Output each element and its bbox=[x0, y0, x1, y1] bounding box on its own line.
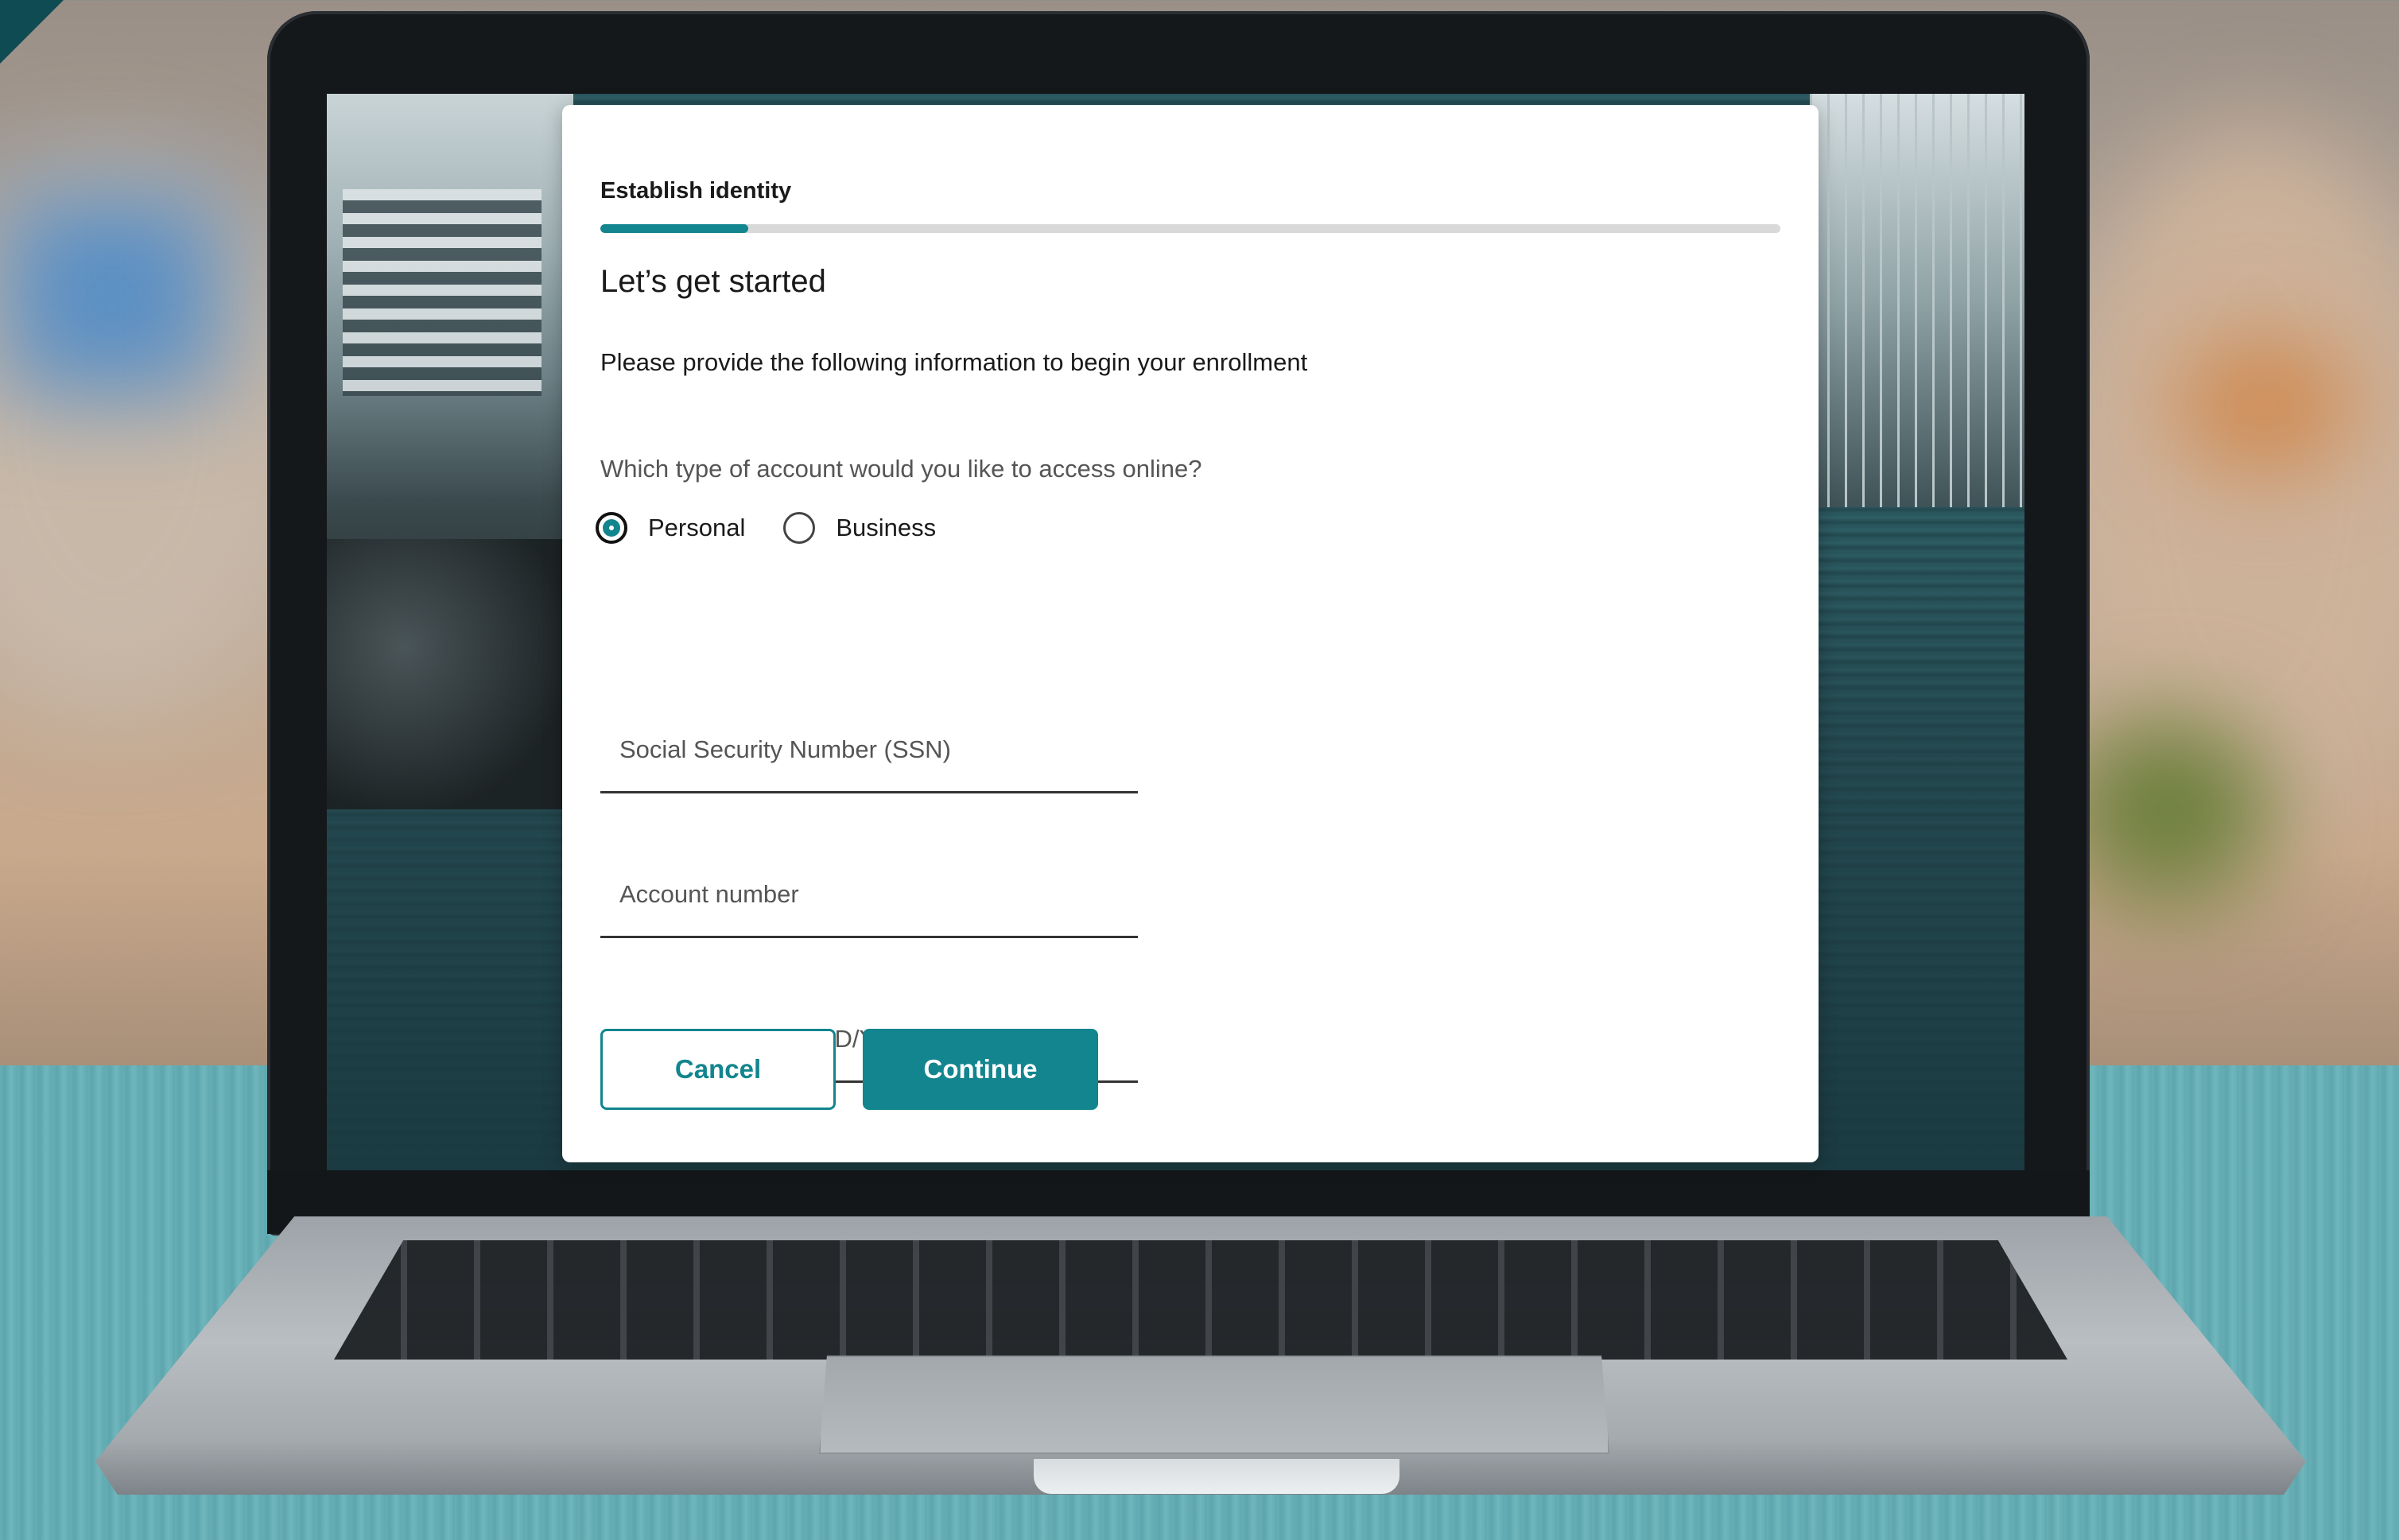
page-title: Let’s get started bbox=[600, 264, 826, 299]
background-plant bbox=[2065, 716, 2272, 906]
harbor-masts-image bbox=[1810, 94, 2024, 507]
account-type-radio-group: Personal Business bbox=[596, 512, 974, 544]
account-number-input[interactable] bbox=[600, 852, 1138, 936]
step-label: Establish identity bbox=[600, 178, 792, 204]
cancel-button[interactable]: Cancel bbox=[600, 1029, 836, 1110]
corner-accent bbox=[0, 0, 64, 64]
progress-bar bbox=[600, 224, 1780, 233]
ssn-field bbox=[600, 708, 1138, 793]
harbor-ship-image bbox=[327, 94, 573, 603]
progress-bar-fill bbox=[600, 224, 748, 233]
radio-unchecked-icon[interactable] bbox=[783, 512, 816, 544]
laptop-trackpad bbox=[819, 1356, 1609, 1454]
account-type-question: Which type of account would you like to … bbox=[600, 455, 1202, 483]
laptop-keyboard bbox=[334, 1240, 2067, 1360]
page-subtitle: Please provide the following information… bbox=[600, 348, 1308, 376]
account-number-field bbox=[600, 852, 1138, 938]
background-sign bbox=[0, 191, 223, 398]
ssn-input[interactable] bbox=[600, 708, 1138, 791]
radio-checked-icon[interactable] bbox=[596, 512, 627, 544]
background-object bbox=[2176, 342, 2351, 469]
radio-personal[interactable]: Personal bbox=[596, 512, 745, 544]
radio-personal-label[interactable]: Personal bbox=[648, 514, 745, 542]
radio-business[interactable]: Business bbox=[783, 512, 936, 544]
harbor-rocks-image bbox=[327, 539, 581, 809]
radio-business-label[interactable]: Business bbox=[836, 514, 936, 542]
laptop-notch bbox=[1034, 1459, 1399, 1494]
continue-button[interactable]: Continue bbox=[863, 1029, 1098, 1110]
enrollment-dialog: Establish identity Let’s get started Ple… bbox=[562, 105, 1819, 1162]
